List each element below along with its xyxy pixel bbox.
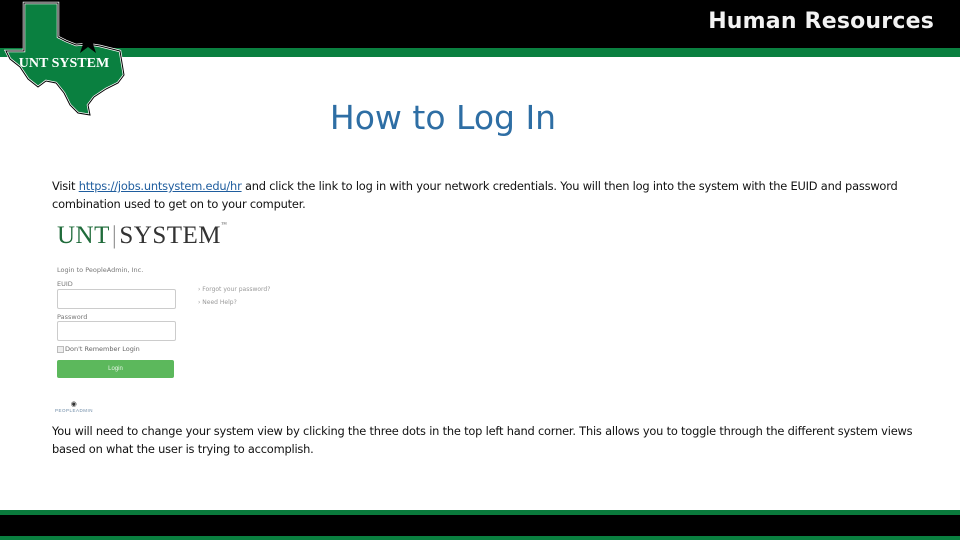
brand-unt: UNT xyxy=(57,222,110,249)
footer-green-stripe-bottom xyxy=(0,536,960,540)
jobs-hr-link[interactable]: https://jobs.untsystem.edu/hr xyxy=(79,179,242,193)
header-green-stripe xyxy=(0,48,960,57)
instruction-paragraph-2: You will need to change your system view… xyxy=(52,424,913,456)
header-title: Human Resources xyxy=(708,9,934,34)
login-heading: Login to PeopleAdmin, Inc. xyxy=(57,266,144,274)
login-button[interactable]: Login xyxy=(57,360,174,378)
password-input[interactable] xyxy=(57,321,176,341)
paragraph-1-prefix: Visit xyxy=(52,179,79,193)
footer-black-bar xyxy=(0,515,960,536)
brand-separator: | xyxy=(111,222,118,249)
unt-system-brand: UNT|SYSTEM™ xyxy=(57,222,227,250)
login-screenshot: UNT|SYSTEM™ Login to PeopleAdmin, Inc. E… xyxy=(52,222,292,417)
forgot-password-link[interactable]: › Forgot your password? xyxy=(198,286,270,293)
logo-text: UNT SYSTEM xyxy=(19,56,109,71)
page-title: How to Log In xyxy=(329,98,557,137)
euid-input[interactable] xyxy=(57,289,176,309)
brand-system: SYSTEM xyxy=(119,222,222,249)
euid-label: EUID xyxy=(57,280,73,288)
brand-tm: ™ xyxy=(221,222,228,228)
instruction-paragraph-1: Visit https://jobs.untsystem.edu/hr and … xyxy=(52,177,942,213)
peopleadmin-text: PEOPLEADMIN xyxy=(55,408,94,413)
peopleadmin-icon: ◉ xyxy=(70,401,78,408)
password-label: Password xyxy=(57,313,88,321)
remember-checkbox[interactable] xyxy=(57,346,64,353)
need-help-link[interactable]: › Need Help? xyxy=(198,299,237,306)
peopleadmin-logo: ◉ PEOPLEADMIN xyxy=(55,400,93,413)
remember-label: Don't Remember Login xyxy=(65,345,140,353)
